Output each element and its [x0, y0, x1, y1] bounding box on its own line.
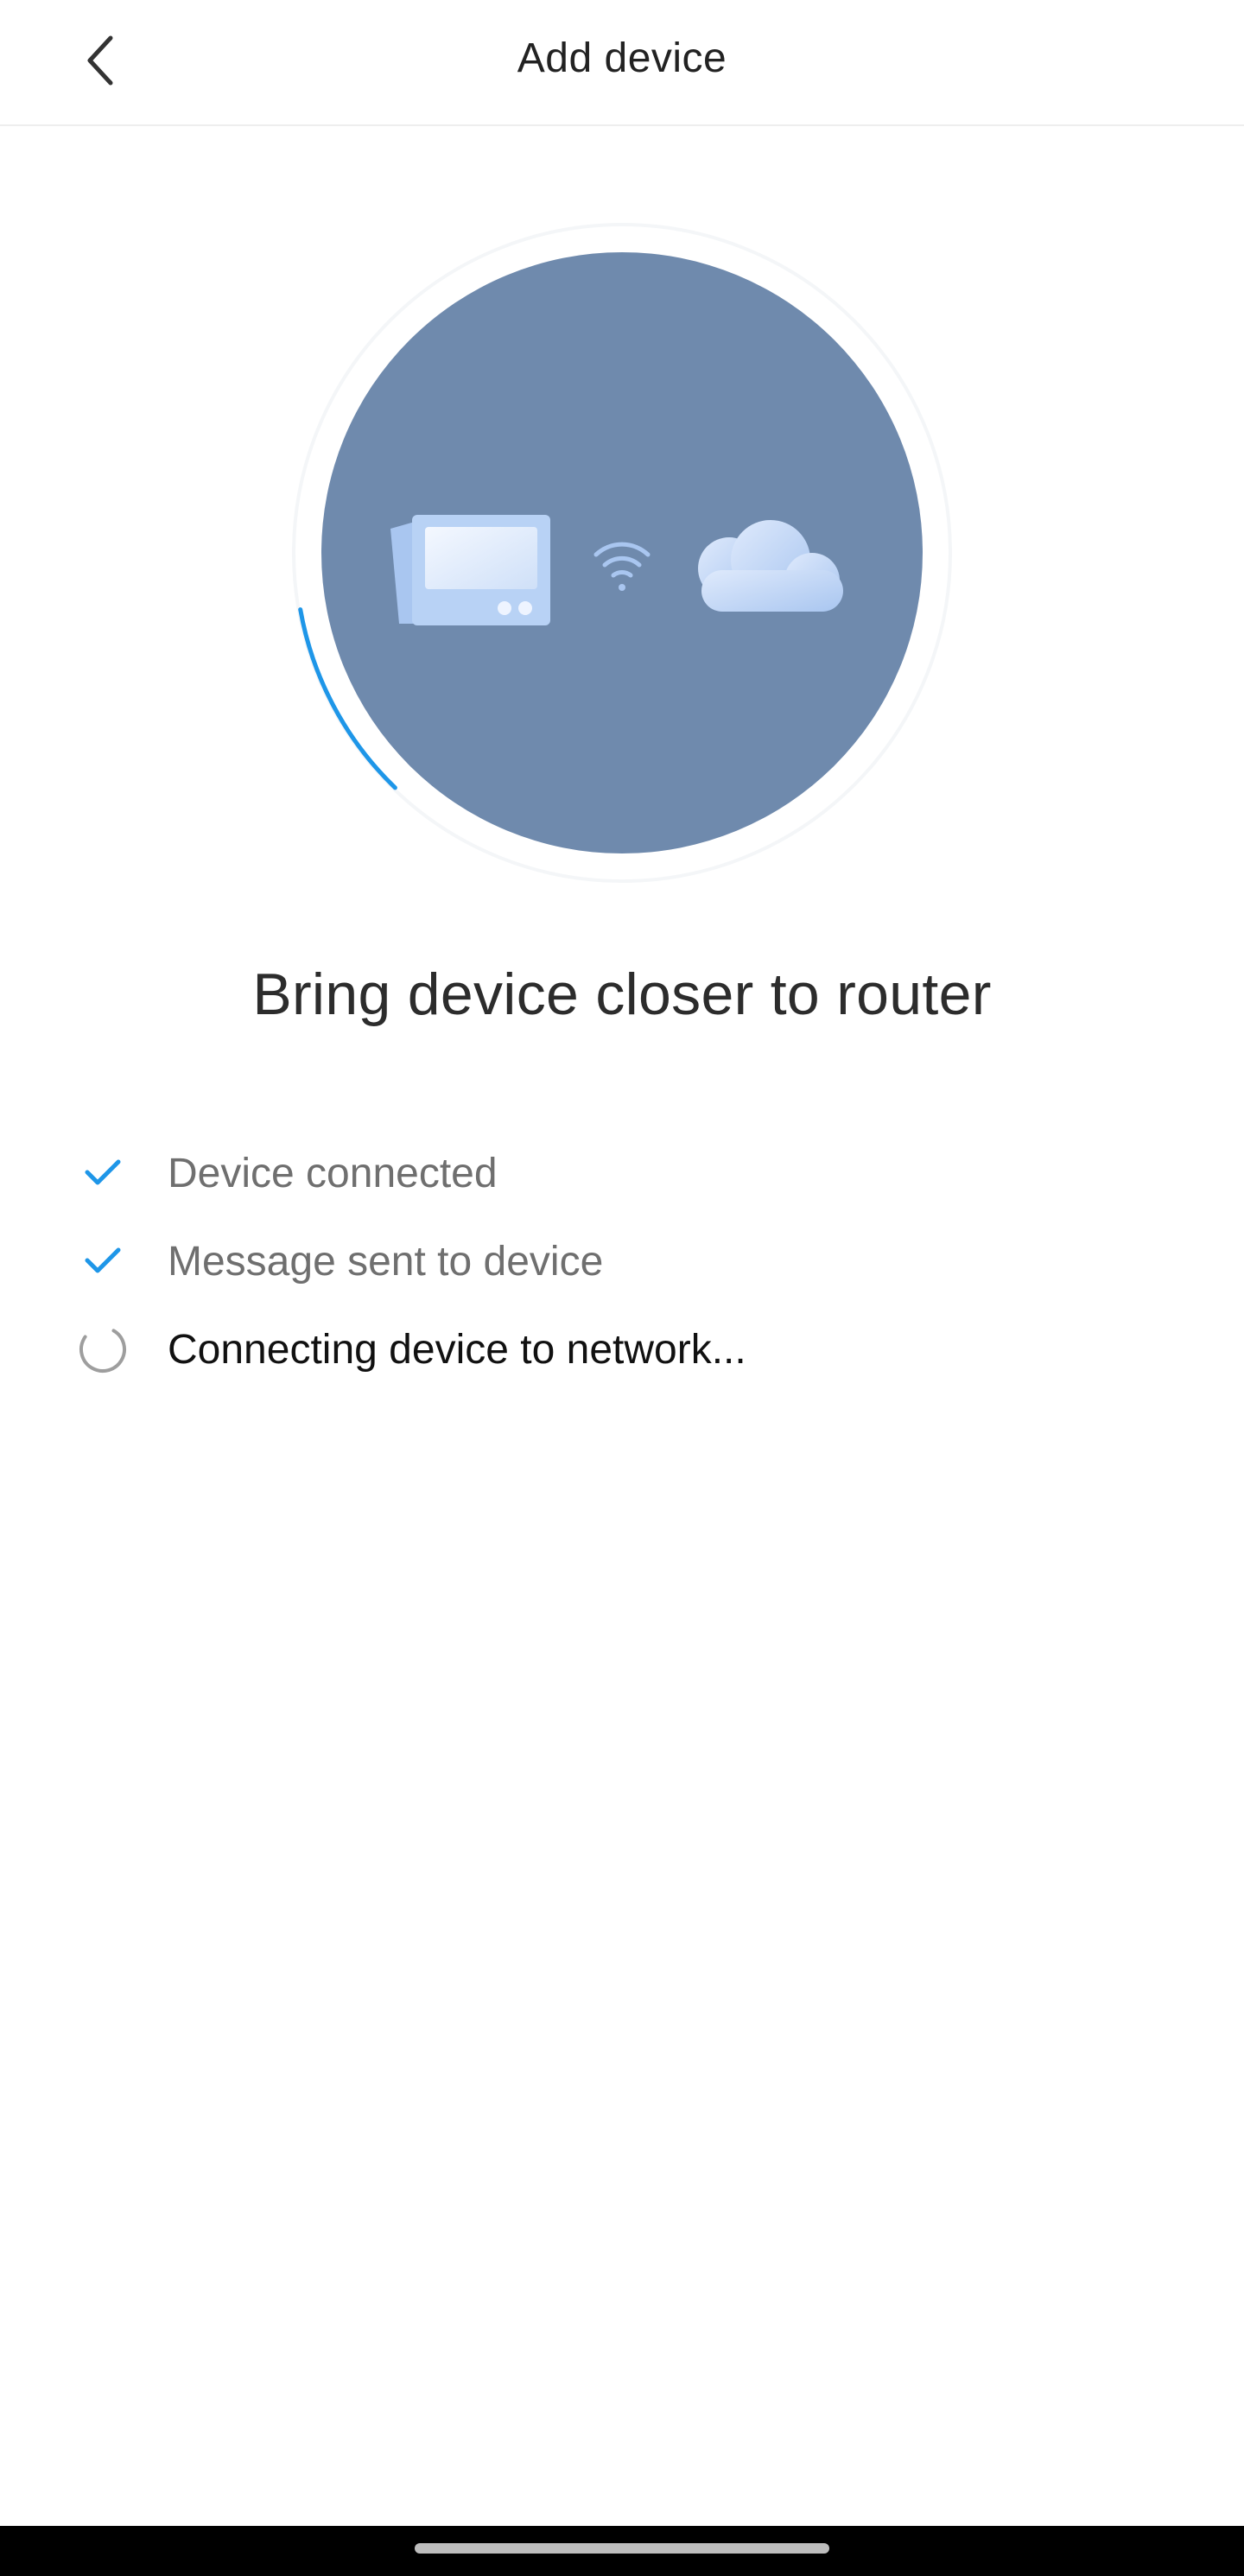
home-indicator[interactable] — [415, 2543, 829, 2554]
page-title: Add device — [517, 35, 727, 81]
thermostat-device-icon — [390, 515, 550, 625]
spinner-icon — [76, 1323, 130, 1376]
step-label: Message sent to device — [168, 1238, 604, 1285]
system-nav-bar — [0, 2526, 1244, 2576]
check-icon — [76, 1146, 130, 1200]
step-connecting-network: Connecting device to network... — [0, 1313, 1244, 1386]
connection-illustration — [287, 218, 957, 888]
check-icon — [76, 1234, 130, 1288]
step-label: Device connected — [168, 1150, 498, 1196]
step-label: Connecting device to network... — [168, 1326, 746, 1373]
app-header: Add device — [0, 0, 1244, 126]
instruction-headline: Bring device closer to router — [252, 961, 992, 1027]
add-device-screen: Add device Bring device closer to router… — [0, 0, 1244, 2576]
step-message-sent: Message sent to device — [0, 1225, 1244, 1298]
step-device-connected: Device connected — [0, 1137, 1244, 1209]
